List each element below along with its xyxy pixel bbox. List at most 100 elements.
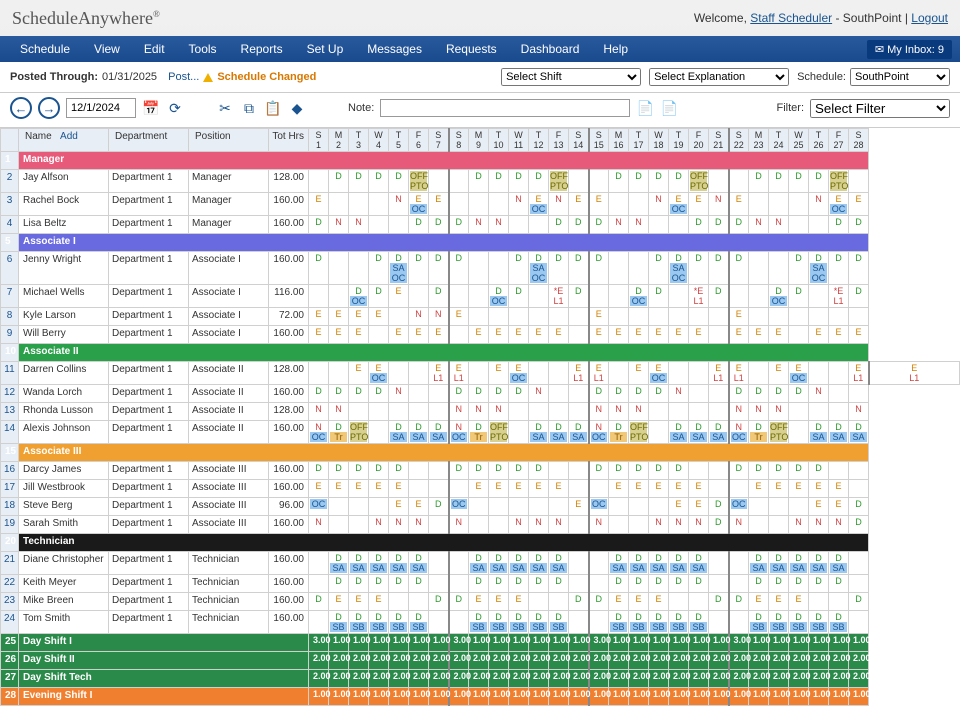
schedule-cell[interactable]: D	[409, 216, 429, 234]
shift-count-cell[interactable]: 2.00	[749, 670, 769, 688]
schedule-cell[interactable]: OFFPTO	[689, 170, 709, 193]
shift-count-cell[interactable]: 1.00	[389, 688, 409, 706]
schedule-cell[interactable]	[469, 308, 489, 326]
employee-row[interactable]: 11Darren CollinsDepartment 1Associate II…	[1, 362, 960, 385]
schedule-cell[interactable]: D	[309, 462, 329, 480]
day-header[interactable]: T12	[529, 129, 549, 152]
schedule-cell[interactable]: DSB	[549, 611, 569, 634]
schedule-cell[interactable]	[429, 385, 449, 403]
group-header[interactable]: Manager	[19, 152, 869, 170]
shift-count-cell[interactable]: 2.00	[789, 652, 809, 670]
shift-count-cell[interactable]: 1.00	[709, 634, 729, 652]
schedule-cell[interactable]: DSAOC	[809, 252, 829, 285]
schedule-cell[interactable]	[429, 462, 449, 480]
schedule-cell[interactable]	[809, 593, 829, 611]
nav-dashboard[interactable]: Dashboard	[509, 42, 592, 56]
schedule-cell[interactable]: E	[489, 480, 509, 498]
shift-count-cell[interactable]: 1.00	[329, 688, 349, 706]
schedule-cell[interactable]: D	[609, 385, 629, 403]
schedule-cell[interactable]: D	[509, 252, 529, 285]
schedule-cell[interactable]: DSAOC	[529, 252, 549, 285]
schedule-cell[interactable]: E	[389, 480, 409, 498]
schedule-cell[interactable]: D	[409, 575, 429, 593]
schedule-cell[interactable]	[509, 308, 529, 326]
shift-count-cell[interactable]: 2.00	[329, 652, 349, 670]
schedule-cell[interactable]: N	[729, 403, 749, 421]
schedule-cell[interactable]	[569, 170, 589, 193]
shift-count-cell[interactable]: 2.00	[829, 670, 849, 688]
schedule-cell[interactable]: *EL1	[829, 285, 849, 308]
schedule-cell[interactable]: D	[329, 385, 349, 403]
day-header[interactable]: W4	[369, 129, 389, 152]
schedule-cell[interactable]	[649, 308, 669, 326]
schedule-cell[interactable]	[569, 516, 589, 534]
shift-count-cell[interactable]: 2.00	[809, 670, 829, 688]
schedule-cell[interactable]: D	[469, 462, 489, 480]
schedule-cell[interactable]: EOC	[649, 362, 669, 385]
schedule-cell[interactable]: D	[789, 462, 809, 480]
schedule-cell[interactable]: N	[389, 516, 409, 534]
shift-count-cell[interactable]: 2.00	[689, 670, 709, 688]
schedule-cell[interactable]	[429, 516, 449, 534]
shift-count-cell[interactable]: 2.00	[349, 652, 369, 670]
day-header[interactable]: T19	[669, 129, 689, 152]
shift-count-cell[interactable]: 2.00	[749, 652, 769, 670]
schedule-cell[interactable]: EL1	[429, 362, 449, 385]
schedule-cell[interactable]	[449, 575, 469, 593]
shift-count-cell[interactable]: 1.00	[629, 688, 649, 706]
shift-row-label[interactable]: Day Shift II	[19, 652, 309, 670]
schedule-cell[interactable]: N	[329, 403, 349, 421]
shift-count-cell[interactable]: 2.00	[629, 670, 649, 688]
schedule-cell[interactable]	[569, 611, 589, 634]
schedule-cell[interactable]: D	[549, 216, 569, 234]
schedule-cell[interactable]: D	[849, 516, 869, 534]
schedule-cell[interactable]: E	[349, 308, 369, 326]
schedule-cell[interactable]: D	[849, 498, 869, 516]
shift-count-cell[interactable]: 1.00	[309, 688, 329, 706]
shift-count-cell[interactable]: 2.00	[329, 670, 349, 688]
group-header[interactable]: Associate III	[19, 444, 869, 462]
shift-count-cell[interactable]: 1.00	[489, 634, 509, 652]
schedule-cell[interactable]: E	[649, 326, 669, 344]
employee-row[interactable]: 17Jill WestbrookDepartment 1Associate II…	[1, 480, 960, 498]
schedule-cell[interactable]: DSB	[769, 611, 789, 634]
schedule-cell[interactable]: D	[309, 252, 329, 285]
schedule-cell[interactable]: N	[809, 193, 829, 216]
shift-count-cell[interactable]: 1.00	[449, 688, 469, 706]
employee-row[interactable]: 19Sarah SmithDepartment 1Associate III16…	[1, 516, 960, 534]
schedule-cell[interactable]	[709, 480, 729, 498]
day-header[interactable]: S28	[849, 129, 869, 152]
schedule-cell[interactable]: DSB	[669, 611, 689, 634]
schedule-cell[interactable]	[609, 285, 629, 308]
schedule-cell[interactable]	[549, 385, 569, 403]
schedule-cell[interactable]: DSA	[649, 552, 669, 575]
employee-name[interactable]: Wanda Lorch	[19, 385, 109, 403]
shift-row-label[interactable]: Evening Shift I	[19, 688, 309, 706]
schedule-cell[interactable]	[689, 593, 709, 611]
schedule-cell[interactable]	[369, 498, 389, 516]
shift-count-cell[interactable]: 2.00	[709, 670, 729, 688]
schedule-cell[interactable]: *EL1	[689, 285, 709, 308]
schedule-cell[interactable]: OC	[449, 498, 469, 516]
schedule-cell[interactable]	[849, 552, 869, 575]
schedule-cell[interactable]: E	[429, 326, 449, 344]
schedule-cell[interactable]: D	[509, 285, 529, 308]
cut-icon[interactable]: ✂	[216, 99, 234, 117]
schedule-cell[interactable]	[469, 516, 489, 534]
schedule-cell[interactable]	[429, 403, 449, 421]
schedule-cell[interactable]: E	[749, 593, 769, 611]
schedule-cell[interactable]: DSA	[669, 421, 689, 444]
schedule-cell[interactable]	[429, 575, 449, 593]
shift-count-cell[interactable]: 2.00	[549, 652, 569, 670]
refresh-icon[interactable]: ⟳	[166, 99, 184, 117]
shift-count-cell[interactable]: 1.00	[669, 688, 689, 706]
schedule-cell[interactable]	[789, 421, 809, 444]
schedule-cell[interactable]: D	[649, 462, 669, 480]
employee-name[interactable]: Rhonda Lusson	[19, 403, 109, 421]
schedule-cell[interactable]	[469, 362, 489, 385]
schedule-cell[interactable]: DSB	[369, 611, 389, 634]
schedule-cell[interactable]: N	[469, 403, 489, 421]
schedule-cell[interactable]: D	[829, 575, 849, 593]
schedule-cell[interactable]: E	[649, 480, 669, 498]
schedule-cell[interactable]: E	[729, 326, 749, 344]
